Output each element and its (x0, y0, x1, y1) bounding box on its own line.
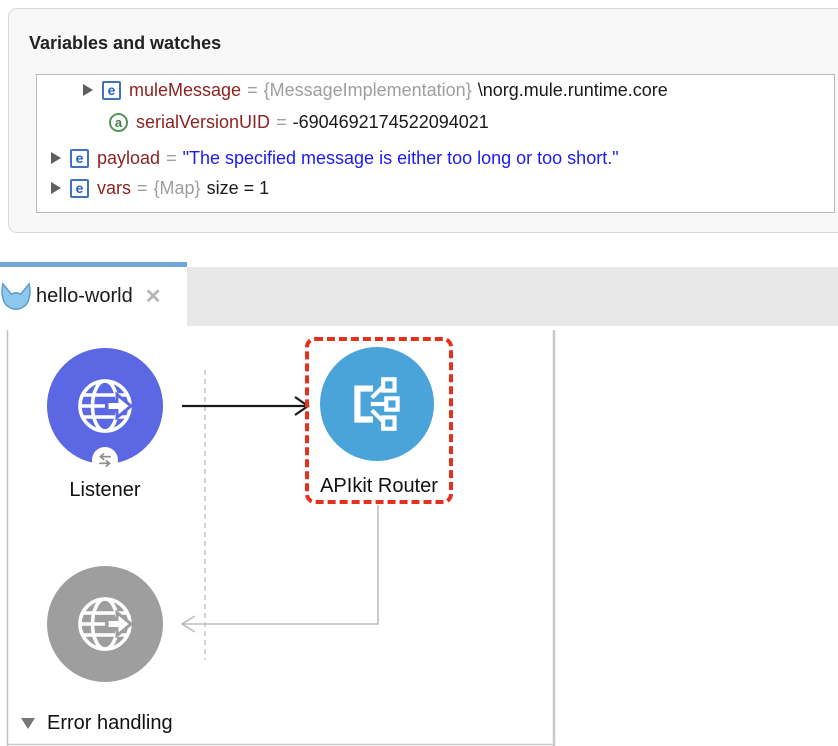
collapse-triangle-icon[interactable] (21, 718, 35, 729)
equals-sign: = (166, 148, 177, 169)
variable-value: -6904692174522094021 (293, 112, 489, 133)
globe-arrow-icon (73, 374, 137, 438)
exchange-arrows-icon (95, 450, 115, 470)
variable-value: \norg.mule.runtime.core (478, 80, 668, 101)
apikit-router-node[interactable] (320, 347, 434, 461)
variable-value-string: "The specified message is either too lon… (183, 148, 619, 169)
listener-node-label: Listener (35, 479, 175, 502)
disabled-listener-node[interactable] (47, 566, 163, 682)
attribute-icon: a (109, 113, 128, 132)
equals-sign: = (137, 178, 148, 199)
editor-tab-bar: hello-world ✕ (0, 262, 838, 326)
message-exchange-badge[interactable] (92, 447, 118, 473)
tab-bar-filler (187, 267, 838, 326)
variable-row-serialversionuid[interactable]: a serialVersionUID = -690469217452209402… (37, 108, 835, 136)
variable-name: muleMessage (129, 80, 241, 101)
error-handling-label: Error handling (47, 712, 173, 735)
variable-name: serialVersionUID (136, 112, 270, 133)
panel-title: Variables and watches (29, 33, 221, 54)
return-connector-arrow (182, 505, 378, 632)
router-icon (344, 371, 410, 437)
globe-arrow-icon (73, 592, 137, 656)
flow-canvas[interactable]: Listener APIkit Router E (0, 326, 838, 746)
flow-arrow (182, 397, 308, 415)
tab-label: hello-world (36, 285, 133, 308)
expand-arrow-icon[interactable] (51, 152, 61, 164)
expression-icon: e (70, 179, 89, 198)
variable-row-payload[interactable]: e payload = "The specified message is ei… (37, 144, 835, 172)
variable-name: payload (97, 148, 160, 169)
close-icon[interactable]: ✕ (145, 284, 162, 309)
variable-name: vars (97, 178, 131, 199)
tab-hello-world[interactable]: hello-world ✕ (0, 262, 187, 326)
expression-icon: e (102, 81, 121, 100)
variables-tree: e muleMessage = {MessageImplementation} … (36, 74, 835, 213)
apikit-router-node-label: APIkit Router (300, 475, 458, 498)
variable-row-vars[interactable]: e vars = {Map} size = 1 (37, 174, 835, 202)
expand-arrow-icon[interactable] (51, 182, 61, 194)
variable-type: {MessageImplementation} (264, 80, 472, 101)
mule-logo-icon (1, 282, 31, 312)
variable-row-mulemessage[interactable]: e muleMessage = {MessageImplementation} … (37, 76, 835, 104)
variables-panel: Variables and watches e muleMessage = {M… (8, 8, 838, 233)
variable-type: {Map} (154, 178, 201, 199)
expand-arrow-icon[interactable] (83, 84, 93, 96)
variable-value: size = 1 (207, 178, 270, 199)
equals-sign: = (247, 80, 258, 101)
error-handling-toggle[interactable]: Error handling (21, 712, 173, 735)
expression-icon: e (70, 149, 89, 168)
equals-sign: = (276, 112, 287, 133)
